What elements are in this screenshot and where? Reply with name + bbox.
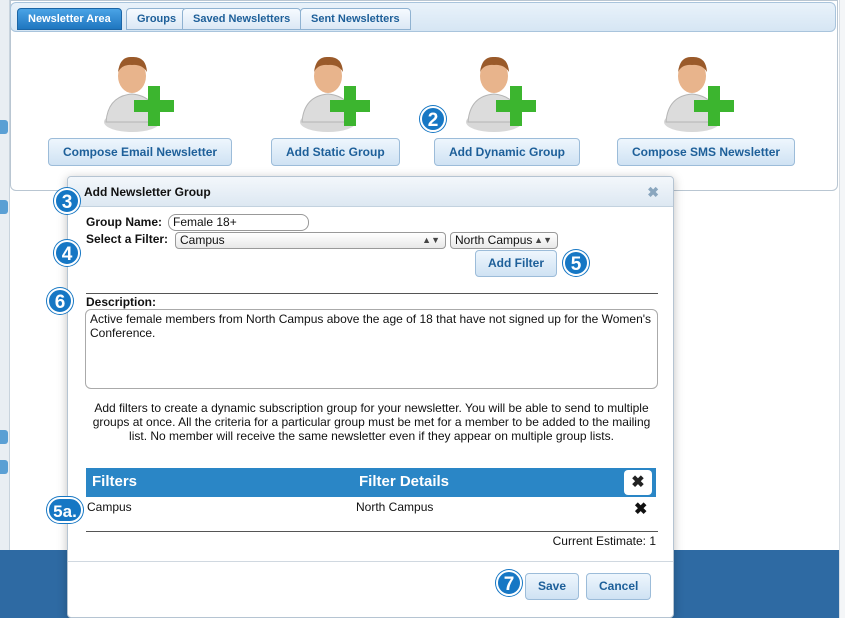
current-estimate: Current Estimate: 1 <box>552 534 656 548</box>
description-textarea[interactable]: Active female members from North Campus … <box>85 309 658 389</box>
dialog-header: Add Newsletter Group ✖ <box>68 177 673 207</box>
filter-field-select[interactable]: Campus ▲▼ <box>175 232 446 249</box>
save-button[interactable]: Save <box>525 573 580 600</box>
sidebar-nub[interactable] <box>0 460 8 474</box>
callout-3: 3 <box>54 188 80 214</box>
compose-sms-newsletter-button[interactable]: Compose SMS Newsletter <box>617 138 796 166</box>
callout-6: 6 <box>47 288 73 314</box>
description-label: Description: <box>86 295 157 309</box>
column-header-filters: Filters <box>92 473 138 490</box>
add-dynamic-group-button[interactable]: Add Dynamic Group <box>434 138 581 166</box>
compose-email-newsletter-button[interactable]: Compose Email Newsletter <box>48 138 233 166</box>
filter-field-value: Campus <box>180 233 225 247</box>
add-user-icon[interactable] <box>294 50 378 132</box>
callout-5a: 5a. <box>47 497 83 523</box>
tab-bar: Newsletter Area Groups Saved Newsletters… <box>10 2 836 32</box>
tab-groups[interactable]: Groups <box>126 8 188 30</box>
group-name-input[interactable]: Female 18+ <box>168 214 309 231</box>
footer-divider <box>68 561 673 562</box>
add-user-icon[interactable] <box>658 50 742 132</box>
tab-sent-newsletters[interactable]: Sent Newsletters <box>300 8 411 30</box>
filter-cell: Campus <box>87 500 132 514</box>
filter-details-cell: North Campus <box>356 500 434 514</box>
scrollbar-track[interactable] <box>839 0 845 618</box>
sidebar-nub[interactable] <box>0 120 8 134</box>
callout-5: 5 <box>563 250 589 276</box>
add-newsletter-group-dialog: Add Newsletter Group ✖ Group Name: Femal… <box>67 176 674 618</box>
sidebar-nub[interactable] <box>0 430 8 444</box>
cancel-button[interactable]: Cancel <box>586 573 652 600</box>
filter-value-value: North Campus <box>455 233 533 247</box>
add-user-icon[interactable] <box>460 50 544 132</box>
add-user-icon[interactable] <box>98 50 182 132</box>
left-sidebar-edge <box>0 0 10 618</box>
dialog-title: Add Newsletter Group <box>84 185 211 199</box>
sidebar-nub[interactable] <box>0 200 8 214</box>
filter-value-select[interactable]: North Campus ▲▼ <box>450 232 558 249</box>
tab-newsletter-area[interactable]: Newsletter Area <box>17 8 122 30</box>
delete-all-icon[interactable]: ✖ <box>624 470 652 495</box>
callout-2: 2 <box>420 106 446 132</box>
help-text: Add filters to create a dynamic subscrip… <box>92 401 651 443</box>
updown-arrow-icon: ▲▼ <box>422 235 440 245</box>
callout-7: 7 <box>496 570 522 596</box>
delete-row-icon[interactable]: ✖ <box>634 499 647 519</box>
column-header-filter-details: Filter Details <box>359 473 450 490</box>
divider <box>86 531 658 532</box>
group-name-label: Group Name: <box>86 215 163 229</box>
close-icon[interactable]: ✖ <box>647 184 659 201</box>
select-filter-label: Select a Filter: <box>86 232 169 246</box>
updown-arrow-icon: ▲▼ <box>534 235 552 245</box>
tab-saved-newsletters[interactable]: Saved Newsletters <box>182 8 302 30</box>
add-static-group-button[interactable]: Add Static Group <box>271 138 400 166</box>
divider <box>86 293 658 294</box>
filters-grid-header: Filters Filter Details ✖ <box>86 468 656 497</box>
add-filter-button[interactable]: Add Filter <box>475 250 557 277</box>
callout-4: 4 <box>54 240 80 266</box>
